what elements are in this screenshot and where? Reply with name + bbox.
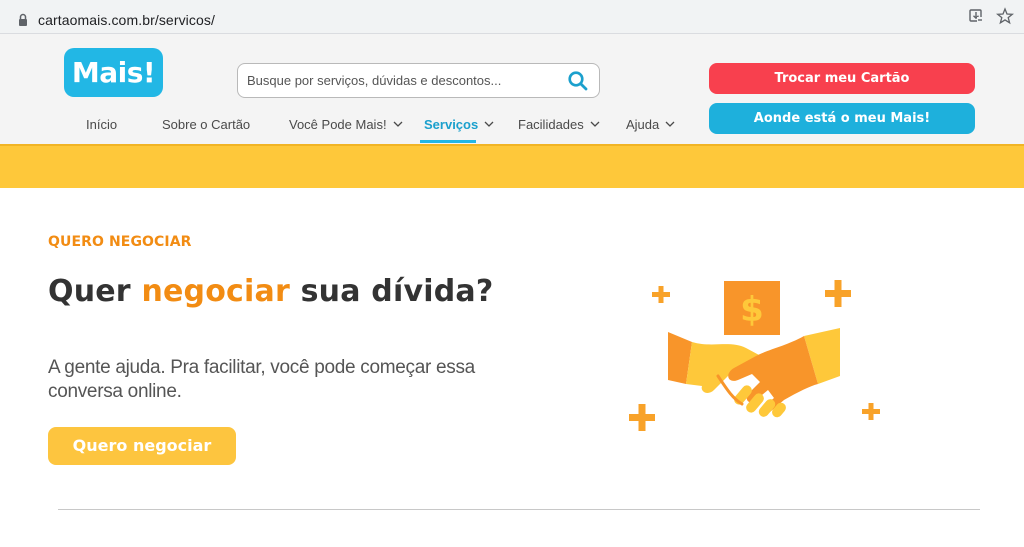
plus-icon xyxy=(652,286,670,303)
hero-subtext: A gente ajuda. Pra facilitar, você pode … xyxy=(48,357,475,402)
logo[interactable]: Mais! xyxy=(64,48,163,97)
plus-icon xyxy=(825,280,851,307)
plus-icon xyxy=(629,404,655,431)
nav-item-ajuda[interactable]: Ajuda xyxy=(626,114,675,144)
page-title: Quer negociar sua dívida? xyxy=(48,274,493,309)
nav-item-voce-pode-mais[interactable]: Você Pode Mais! xyxy=(289,114,403,144)
svg-text:$: $ xyxy=(740,290,764,330)
nav-item-label: Sobre o Cartão xyxy=(162,117,251,132)
browser-address-bar: cartaomais.com.br/servicos/ xyxy=(0,0,1024,34)
chevron-down-icon xyxy=(665,121,675,127)
site-header: Mais! Trocar meu Cartão Aonde está o meu… xyxy=(0,34,1024,144)
nav-item-facilidades[interactable]: Facilidades xyxy=(518,114,600,144)
headline-part: sua dívida? xyxy=(289,274,494,309)
nav-item-label: Você Pode Mais! xyxy=(289,117,387,132)
headline-part: Quer xyxy=(48,274,142,309)
headline-highlight: negociar xyxy=(141,274,290,309)
search-input[interactable] xyxy=(247,65,557,96)
nav-item-label: Ajuda xyxy=(626,117,660,132)
search-box xyxy=(237,63,600,98)
section-eyebrow: QUERO NEGOCIAR xyxy=(48,234,192,250)
install-icon[interactable] xyxy=(967,7,985,25)
search-icon[interactable] xyxy=(566,69,590,93)
chevron-down-icon xyxy=(393,121,403,127)
chevron-down-icon xyxy=(484,121,494,127)
nav-item-label: Início xyxy=(86,117,118,132)
url-field[interactable]: cartaomais.com.br/servicos/ xyxy=(6,4,1018,30)
url-text: cartaomais.com.br/servicos/ xyxy=(38,12,215,28)
active-nav-indicator xyxy=(420,140,476,143)
lock-icon xyxy=(19,13,27,26)
handshake-illustration: $ xyxy=(629,280,880,431)
quero-negociar-button[interactable]: Quero negociar xyxy=(48,427,236,465)
nav-item-inicio[interactable]: Início xyxy=(86,114,117,144)
plus-icon xyxy=(862,403,880,420)
chevron-down-icon xyxy=(590,121,600,127)
trocar-cartao-button[interactable]: Trocar meu Cartão xyxy=(709,63,975,94)
star-icon[interactable] xyxy=(996,7,1014,25)
nav-item-sobre[interactable]: Sobre o Cartão xyxy=(162,114,250,144)
nav-item-label: Facilidades xyxy=(518,117,584,132)
yellow-banner xyxy=(0,144,1024,188)
section-divider xyxy=(58,509,980,510)
aonde-esta-button[interactable]: Aonde está o meu Mais! xyxy=(709,103,975,134)
nav-item-label: Serviços xyxy=(424,117,479,132)
